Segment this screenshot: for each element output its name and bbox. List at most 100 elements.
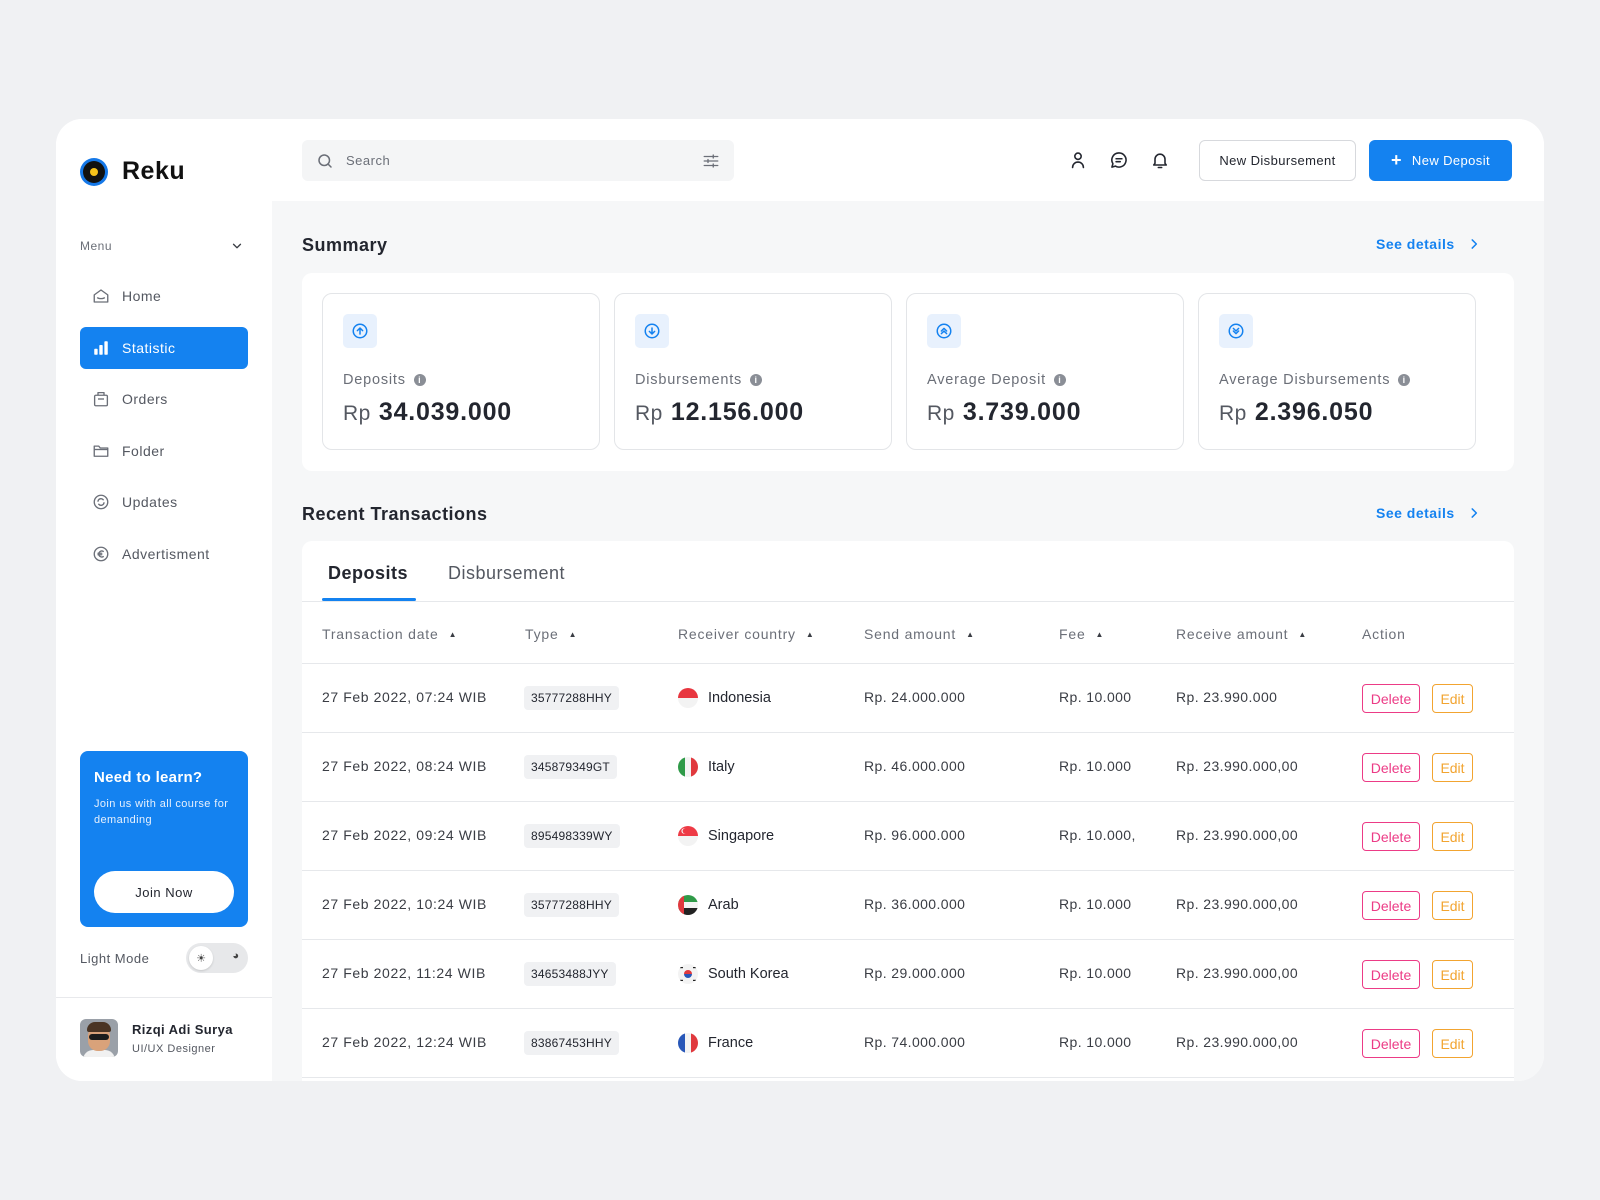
cell-country: Singapore xyxy=(678,826,774,846)
table-row[interactable]: 27 Feb 2022, 09:24 WIB 895498339WY Singa… xyxy=(302,802,1514,871)
sidebar-item-orders[interactable]: Orders xyxy=(80,378,248,420)
cell-date: 27 Feb 2022, 12:24 WIB xyxy=(322,1034,487,1050)
card-label: Average Deposit i xyxy=(927,372,1066,388)
sun-icon: ☀ xyxy=(189,946,213,970)
light-mode-toggle[interactable]: ☀ ◕ xyxy=(186,943,248,973)
cell-country: South Korea xyxy=(678,964,789,984)
sidebar-item-label: Statistic xyxy=(122,339,176,356)
light-mode-row: Light Mode ☀ ◕ xyxy=(80,943,248,973)
info-icon: i xyxy=(413,374,426,386)
moon-icon: ◕ xyxy=(232,950,239,962)
summary-card-deposits[interactable]: Deposits i Rp 34.039.000 xyxy=(322,293,600,450)
summary-card-disbursements[interactable]: Disbursements i Rp 12.156.000 xyxy=(614,293,892,450)
summary-see-details-link[interactable]: See details xyxy=(1376,236,1481,252)
edit-button[interactable]: Edit xyxy=(1432,891,1473,920)
active-tab-indicator xyxy=(322,598,416,601)
new-deposit-button[interactable]: + New Deposit xyxy=(1369,140,1512,181)
bell-icon[interactable] xyxy=(1149,149,1171,171)
table-row[interactable]: 27 Feb 2022, 12:24 WIB 83867453HHY Franc… xyxy=(302,1009,1514,1078)
table-row[interactable]: 27 Feb 2022, 08:24 WIB 345879349GT Italy… xyxy=(302,733,1514,802)
transactions-title: Recent Transactions xyxy=(302,504,488,524)
transactions-tabs: Deposits Disbursement xyxy=(302,541,1514,602)
type-badge: 345879349GT xyxy=(524,755,617,779)
brand-name: Reku xyxy=(122,157,186,185)
card-value: Rp 3.739.000 xyxy=(927,398,1082,426)
sort-icon: ▲ xyxy=(1298,629,1308,639)
arrow-down-circle-icon xyxy=(635,314,669,348)
sort-icon: ▲ xyxy=(568,629,578,639)
edit-button[interactable]: Edit xyxy=(1432,684,1473,713)
tab-disbursement[interactable]: Disbursement xyxy=(448,563,565,584)
sidebar-item-statistic[interactable]: Statistic xyxy=(80,326,248,369)
info-icon: i xyxy=(1053,374,1066,386)
tab-deposits[interactable]: Deposits xyxy=(328,563,408,584)
card-value: Rp 2.396.050 xyxy=(1219,398,1374,426)
table-row[interactable]: 27 Feb 2022, 07:24 WIB 35777288HHY Indon… xyxy=(302,664,1514,733)
delete-button[interactable]: Delete xyxy=(1362,960,1420,989)
delete-button[interactable]: Delete xyxy=(1362,891,1420,920)
france-flag-icon xyxy=(678,1033,698,1053)
delete-button[interactable]: Delete xyxy=(1362,1029,1420,1058)
search-input[interactable] xyxy=(346,153,702,168)
sort-icon: ▲ xyxy=(1095,629,1105,639)
brand[interactable]: Reku xyxy=(80,157,185,186)
cell-country: Indonesia xyxy=(678,688,771,708)
chevron-right-icon xyxy=(1471,239,1477,249)
plus-icon: + xyxy=(1390,150,1402,170)
type-badge: 35777288HHY xyxy=(524,893,619,917)
sidebar-item-advertisment[interactable]: Advertisment xyxy=(80,533,248,575)
sidebar-item-label: Orders xyxy=(122,391,168,408)
edit-button[interactable]: Edit xyxy=(1432,960,1473,989)
cell-send-amount: Rp. 24.000.000 xyxy=(864,689,966,705)
info-icon: i xyxy=(750,374,763,386)
filter-icon[interactable] xyxy=(702,152,720,170)
table-row[interactable]: 27 Feb 2022, 11:24 WIB 34653488JYY South… xyxy=(302,940,1514,1009)
delete-button[interactable]: Delete xyxy=(1362,753,1420,782)
learn-card: Need to learn? Join us with all course f… xyxy=(80,751,248,927)
south-korea-flag-icon xyxy=(678,964,698,984)
sidebar-item-label: Advertisment xyxy=(122,545,210,562)
edit-button[interactable]: Edit xyxy=(1432,822,1473,851)
column-header-type[interactable]: Type ▲ xyxy=(525,626,577,642)
see-details-label: See details xyxy=(1376,505,1455,521)
user-icon[interactable] xyxy=(1067,149,1089,171)
user-name: Rizqi Adi Surya xyxy=(132,1021,233,1037)
refresh-icon xyxy=(92,493,110,511)
join-now-button[interactable]: Join Now xyxy=(94,871,234,913)
sidebar-item-updates[interactable]: Updates xyxy=(80,481,248,523)
column-header-receive-amount[interactable]: Receive amount ▲ xyxy=(1176,626,1307,642)
summary-title: Summary xyxy=(302,235,388,255)
cell-fee: Rp. 10.000 xyxy=(1059,965,1132,981)
delete-button[interactable]: Delete xyxy=(1362,684,1420,713)
user-profile[interactable]: Rizqi Adi Surya UI/UX Designer xyxy=(80,1019,233,1057)
cell-send-amount: Rp. 29.000.000 xyxy=(864,965,966,981)
message-icon[interactable] xyxy=(1108,149,1130,171)
orders-icon xyxy=(92,390,110,408)
column-header-fee[interactable]: Fee ▲ xyxy=(1059,626,1104,642)
delete-button[interactable]: Delete xyxy=(1362,822,1420,851)
summary-card-average-disbursements[interactable]: Average Disbursements i Rp 2.396.050 xyxy=(1198,293,1476,450)
cell-fee: Rp. 10.000, xyxy=(1059,827,1136,843)
new-disbursement-button[interactable]: New Disbursement xyxy=(1199,140,1356,181)
sidebar-item-label: Home xyxy=(122,288,162,304)
uae-flag-icon xyxy=(678,895,698,915)
summary-panel: Deposits i Rp 34.039.000 Disbursements i Rp… xyxy=(302,273,1514,471)
cell-send-amount: Rp. 46.000.000 xyxy=(864,758,966,774)
table-header: Transaction date ▲ Type ▲ Receiver country… xyxy=(302,602,1514,664)
table-row[interactable]: 27 Feb 2022, 10:24 WIB 35777288HHY Arab … xyxy=(302,871,1514,940)
cell-fee: Rp. 10.000 xyxy=(1059,689,1132,705)
summary-card-average-deposit[interactable]: Average Deposit i Rp 3.739.000 xyxy=(906,293,1184,450)
column-header-send-amount[interactable]: Send amount ▲ xyxy=(864,626,975,642)
menu-header[interactable]: Menu xyxy=(80,239,244,253)
euro-icon xyxy=(92,545,110,563)
sidebar-item-folder[interactable]: Folder xyxy=(80,430,248,472)
column-header-receiver-country[interactable]: Receiver country ▲ xyxy=(678,626,815,642)
sort-icon: ▲ xyxy=(448,629,458,639)
edit-button[interactable]: Edit xyxy=(1432,1029,1473,1058)
column-header-transaction-date[interactable]: Transaction date ▲ xyxy=(322,626,457,642)
transactions-see-details-link[interactable]: See details xyxy=(1376,505,1481,521)
sidebar-item-label: Updates xyxy=(122,494,178,511)
type-badge: 34653488JYY xyxy=(524,962,616,986)
edit-button[interactable]: Edit xyxy=(1432,753,1473,782)
sidebar-item-home[interactable]: Home xyxy=(80,275,248,317)
